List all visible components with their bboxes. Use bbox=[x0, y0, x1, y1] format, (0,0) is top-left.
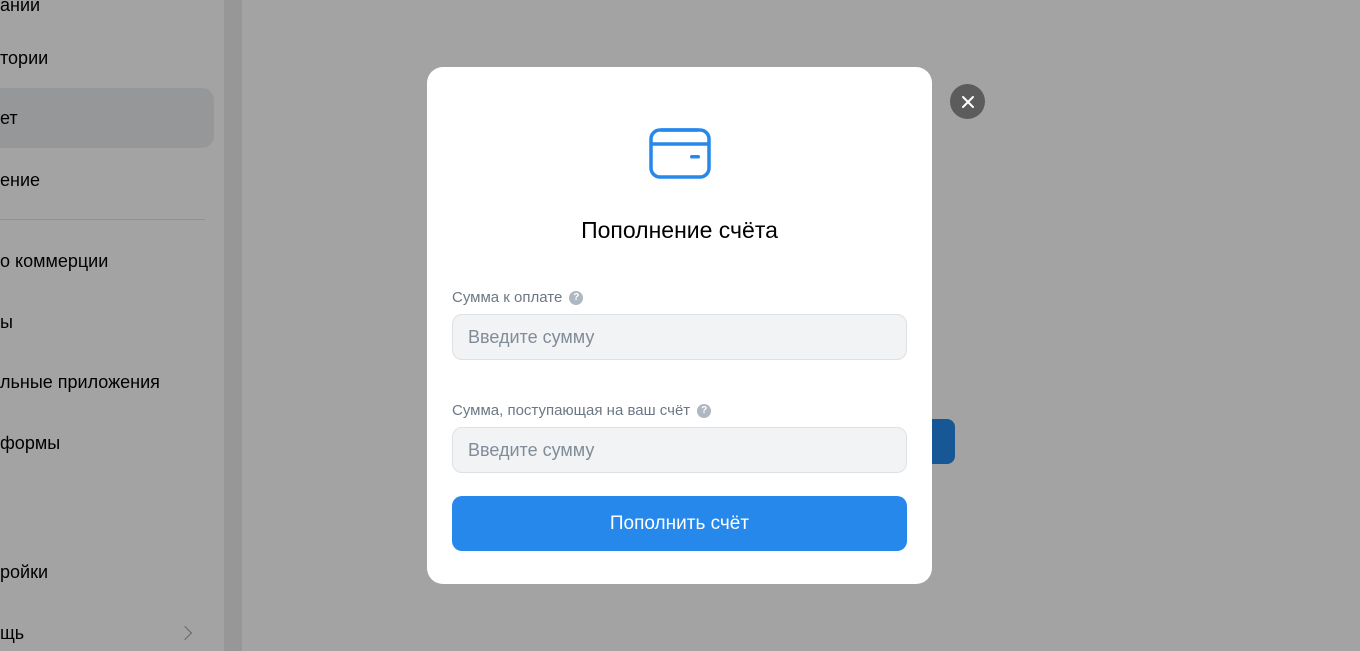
help-icon[interactable]: ? bbox=[569, 290, 584, 305]
wallet-icon bbox=[649, 128, 711, 179]
help-icon[interactable]: ? bbox=[697, 403, 712, 418]
close-button[interactable] bbox=[950, 84, 985, 119]
amount-label: Сумма к оплате ? bbox=[452, 289, 584, 306]
received-label-text: Сумма, поступающая на ваш счёт bbox=[452, 402, 691, 419]
received-amount-input[interactable] bbox=[452, 427, 907, 473]
top-up-modal: Пополнение счёта Сумма к оплате ? Сумма,… bbox=[427, 67, 932, 584]
close-icon bbox=[961, 95, 974, 108]
received-label: Сумма, поступающая на ваш счёт ? bbox=[452, 402, 712, 419]
modal-title: Пополнение счёта bbox=[581, 217, 778, 243]
top-up-button[interactable]: Пополнить счёт bbox=[452, 496, 907, 551]
app: аний тории ет ение о коммерции ы льные п… bbox=[0, 0, 1360, 651]
amount-label-text: Сумма к оплате bbox=[452, 289, 563, 306]
amount-input[interactable] bbox=[452, 314, 907, 360]
